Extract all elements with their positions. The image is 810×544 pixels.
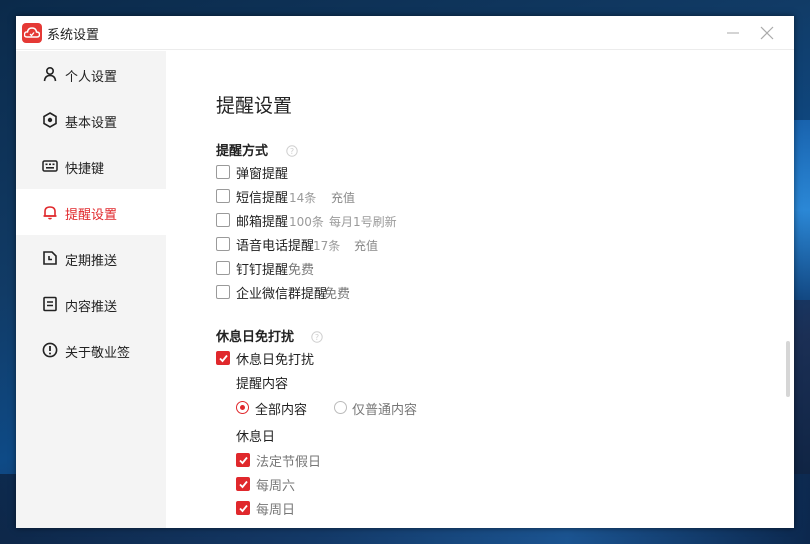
reminder-content-label: 提醒内容 <box>236 377 289 392</box>
user-icon <box>42 66 58 82</box>
voice-recharge-link[interactable]: 充值 <box>354 237 378 254</box>
sidebar: 个人设置 基本设置 快捷键 提醒设置 定期推送 内容推送 关于敬业签 <box>16 51 166 528</box>
svg-text:?: ? <box>315 333 319 342</box>
email-refresh-note: 每月1号刷新 <box>329 215 397 229</box>
sunday-checkbox[interactable] <box>236 501 250 515</box>
voice-reminder-label: 语音电话提醒 <box>236 239 315 254</box>
voice-reminder-checkbox[interactable] <box>216 237 230 251</box>
dingtalk-reminder-checkbox[interactable] <box>216 261 230 275</box>
sms-recharge-link[interactable]: 充值 <box>331 189 355 206</box>
info-icon <box>42 342 58 358</box>
email-remaining-count: 100条 <box>289 215 324 229</box>
settings-content: 提醒设置 提醒方式 ? 弹窗提醒 短信提醒 14条 充值 邮箱提醒 100条 每… <box>166 51 794 528</box>
dingtalk-free-note: 免费 <box>288 263 315 278</box>
help-icon[interactable]: ? <box>286 142 298 157</box>
bell-icon <box>42 204 58 220</box>
sidebar-item-label: 内容推送 <box>65 300 118 315</box>
normal-content-only-radio[interactable] <box>334 401 347 414</box>
sidebar-item-label: 个人设置 <box>65 70 118 85</box>
sms-remaining-count: 14条 <box>289 191 317 205</box>
all-content-radio[interactable] <box>236 401 249 414</box>
sidebar-item-basic[interactable]: 基本设置 <box>16 97 166 143</box>
sunday-label: 每周日 <box>256 503 296 518</box>
rest-days-label: 休息日 <box>236 430 276 445</box>
legal-holiday-label: 法定节假日 <box>256 455 322 470</box>
window-title: 系统设置 <box>47 28 100 43</box>
sms-reminder-checkbox[interactable] <box>216 189 230 203</box>
clock-icon <box>42 250 58 266</box>
rest-day-dnd-checkbox[interactable] <box>216 351 230 365</box>
dingtalk-reminder-label: 钉钉提醒 <box>236 263 289 278</box>
email-reminder-label: 邮箱提醒 <box>236 215 289 230</box>
sms-reminder-label: 短信提醒 <box>236 191 289 206</box>
svg-text:?: ? <box>290 147 294 156</box>
wecom-free-note: 免费 <box>324 287 351 302</box>
sidebar-item-label: 基本设置 <box>65 116 118 131</box>
sidebar-item-shortcuts[interactable]: 快捷键 <box>16 143 166 189</box>
sidebar-item-label: 快捷键 <box>65 162 105 177</box>
page-title: 提醒设置 <box>216 95 293 117</box>
saturday-checkbox[interactable] <box>236 477 250 491</box>
document-icon <box>42 296 58 312</box>
gear-icon <box>42 112 58 128</box>
voice-remaining-count: 17条 <box>313 239 341 253</box>
keyboard-icon <box>42 158 58 174</box>
sidebar-item-label: 关于敬业签 <box>65 346 131 361</box>
rest-day-dnd-label: 休息日免打扰 <box>236 353 315 368</box>
vertical-scrollbar[interactable] <box>786 341 790 397</box>
popup-reminder-checkbox[interactable] <box>216 165 230 179</box>
reminder-methods-title: 提醒方式 <box>216 144 269 159</box>
minimize-button[interactable] <box>722 22 744 44</box>
wecom-reminder-label: 企业微信群提醒 <box>236 287 328 302</box>
email-reminder-checkbox[interactable] <box>216 213 230 227</box>
close-button[interactable] <box>756 22 778 44</box>
sidebar-item-scheduled-push[interactable]: 定期推送 <box>16 235 166 281</box>
help-icon[interactable]: ? <box>311 328 323 343</box>
wecom-reminder-checkbox[interactable] <box>216 285 230 299</box>
sidebar-item-about[interactable]: 关于敬业签 <box>16 327 166 373</box>
sidebar-item-label: 提醒设置 <box>65 208 118 223</box>
settings-window: 系统设置 个人设置 基本设置 快捷键 提醒设置 定期推送 内容推送 关于敬业签 … <box>16 16 794 528</box>
normal-content-only-label: 仅普通内容 <box>352 403 418 418</box>
app-logo-icon <box>22 23 42 43</box>
sidebar-item-content-push[interactable]: 内容推送 <box>16 281 166 327</box>
all-content-label: 全部内容 <box>255 403 308 418</box>
rest-day-title: 休息日免打扰 <box>216 330 295 345</box>
sidebar-item-label: 定期推送 <box>65 254 118 269</box>
popup-reminder-label: 弹窗提醒 <box>236 167 289 182</box>
saturday-label: 每周六 <box>256 479 296 494</box>
sidebar-item-personal[interactable]: 个人设置 <box>16 51 166 97</box>
sidebar-item-reminders[interactable]: 提醒设置 <box>16 189 166 235</box>
legal-holiday-checkbox[interactable] <box>236 453 250 467</box>
title-bar: 系统设置 <box>16 16 794 50</box>
